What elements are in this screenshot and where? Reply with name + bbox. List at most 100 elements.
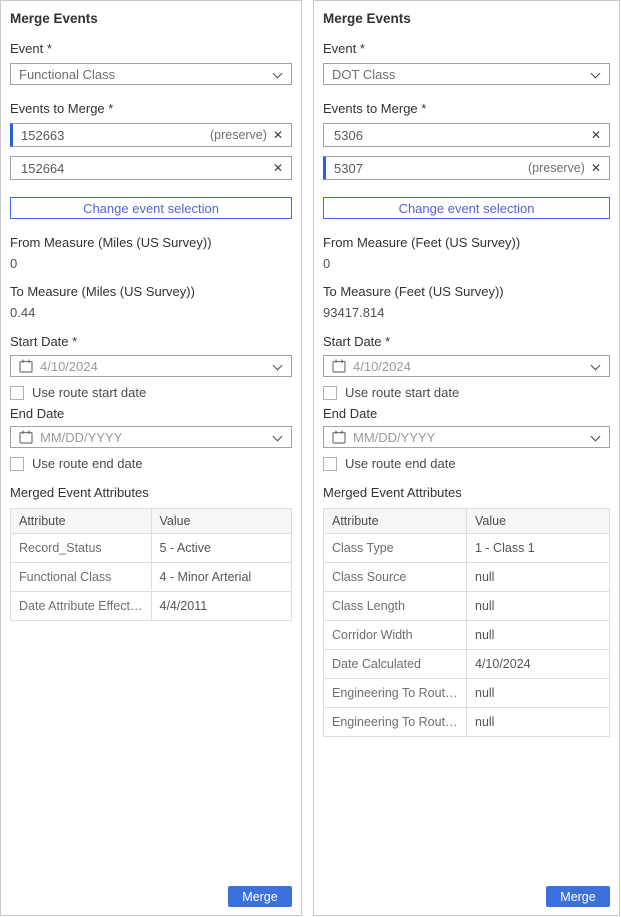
use-route-start-date-label: Use route start date [32, 385, 146, 400]
end-date-placeholder: MM/DD/YYYY [353, 430, 591, 445]
attribute-cell: Engineering To RouteID [324, 679, 467, 708]
remove-event-icon[interactable]: ✕ [273, 162, 283, 174]
value-cell: 1 - Class 1 [467, 534, 610, 563]
calendar-icon [19, 430, 33, 444]
remove-event-icon[interactable]: ✕ [591, 129, 601, 141]
end-date-picker[interactable]: MM/DD/YYYY [10, 426, 292, 448]
from-measure-label: From Measure (Feet (US Survey)) [323, 235, 610, 251]
event-select[interactable]: Functional Class [10, 63, 292, 85]
change-event-selection-button[interactable]: Change event selection [323, 197, 610, 219]
event-select[interactable]: DOT Class [323, 63, 610, 85]
table-row: Corridor Width null [324, 621, 610, 650]
table-row: Engineering To Route ... null [324, 708, 610, 737]
attribute-cell: Corridor Width [324, 621, 467, 650]
chevron-down-icon [273, 432, 283, 442]
from-measure-value: 0 [10, 257, 292, 271]
change-event-selection-button[interactable]: Change event selection [10, 197, 292, 219]
event-id-value: 5306 [334, 128, 585, 143]
event-id-value: 152664 [21, 161, 267, 176]
value-cell: null [467, 563, 610, 592]
to-measure-label: To Measure (Miles (US Survey)) [10, 284, 292, 300]
attribute-cell: Engineering To Route ... [324, 708, 467, 737]
table-header-row: Attribute Value [324, 509, 610, 534]
value-cell: null [467, 621, 610, 650]
table-row: Functional Class 4 - Minor Arterial [11, 563, 292, 592]
merged-attributes-table: Attribute Value Class Type 1 - Class 1 C… [323, 508, 610, 737]
value-column-header: Value [151, 509, 292, 534]
merged-attributes-heading: Merged Event Attributes [10, 485, 292, 501]
value-cell: null [467, 708, 610, 737]
use-route-end-date-label: Use route end date [345, 456, 456, 471]
end-date-picker[interactable]: MM/DD/YYYY [323, 426, 610, 448]
merge-events-workspace: Merge Events Event * Functional Class Ev… [0, 0, 621, 916]
panel-title: Merge Events [323, 11, 610, 27]
start-date-picker[interactable]: 4/10/2024 [10, 355, 292, 377]
value-column-header: Value [467, 509, 610, 534]
table-row: Engineering To RouteID null [324, 679, 610, 708]
merged-attributes-table: Attribute Value Record_Status 5 - Active… [10, 508, 292, 621]
table-row: Date Calculated 4/10/2024 [324, 650, 610, 679]
from-measure-value: 0 [323, 257, 610, 271]
calendar-icon [332, 430, 346, 444]
to-measure-value: 0.44 [10, 306, 292, 320]
chevron-down-icon [591, 69, 601, 79]
event-id-input[interactable]: 152663 (preserve) ✕ [10, 123, 292, 147]
panel-title: Merge Events [10, 11, 292, 27]
end-date-placeholder: MM/DD/YYYY [40, 430, 273, 445]
attribute-column-header: Attribute [11, 509, 152, 534]
attribute-cell: Class Type [324, 534, 467, 563]
event-label: Event * [323, 41, 610, 57]
value-cell: null [467, 592, 610, 621]
start-date-label: Start Date * [10, 334, 292, 350]
event-id-value: 5307 [334, 161, 528, 176]
use-route-end-date-checkbox[interactable] [323, 457, 337, 471]
events-to-merge-label: Events to Merge * [323, 101, 610, 117]
value-cell: 4 - Minor Arterial [151, 563, 292, 592]
event-select-value: DOT Class [332, 67, 591, 82]
attribute-cell: Date Attribute Effective [11, 592, 152, 621]
remove-event-icon[interactable]: ✕ [273, 129, 283, 141]
event-label: Event * [10, 41, 292, 57]
attribute-cell: Class Source [324, 563, 467, 592]
calendar-icon [19, 359, 33, 373]
merge-button[interactable]: Merge [546, 886, 610, 907]
table-header-row: Attribute Value [11, 509, 292, 534]
use-route-end-date-label: Use route end date [32, 456, 143, 471]
value-cell: null [467, 679, 610, 708]
event-id-input[interactable]: 152664 ✕ [10, 156, 292, 180]
to-measure-label: To Measure (Feet (US Survey)) [323, 284, 610, 300]
preserve-badge: (preserve) [528, 161, 585, 175]
event-id-input[interactable]: 5307 (preserve) ✕ [323, 156, 610, 180]
use-route-end-date-checkbox[interactable] [10, 457, 24, 471]
attribute-column-header: Attribute [324, 509, 467, 534]
use-route-start-date-row: Use route start date [323, 385, 610, 400]
start-date-picker[interactable]: 4/10/2024 [323, 355, 610, 377]
remove-event-icon[interactable]: ✕ [591, 162, 601, 174]
event-id-input[interactable]: 5306 ✕ [323, 123, 610, 147]
start-date-value: 4/10/2024 [353, 359, 591, 374]
event-select-value: Functional Class [19, 67, 273, 82]
attribute-cell: Class Length [324, 592, 467, 621]
use-route-start-date-checkbox[interactable] [323, 386, 337, 400]
start-date-label: Start Date * [323, 334, 610, 350]
events-to-merge-label: Events to Merge * [10, 101, 292, 117]
to-measure-value: 93417.814 [323, 306, 610, 320]
use-route-start-date-checkbox[interactable] [10, 386, 24, 400]
merge-events-panel-left: Merge Events Event * Functional Class Ev… [0, 0, 302, 916]
merge-button[interactable]: Merge [228, 886, 292, 907]
end-date-label: End Date [323, 406, 610, 422]
value-cell: 5 - Active [151, 534, 292, 563]
table-row: Class Type 1 - Class 1 [324, 534, 610, 563]
chevron-down-icon [591, 361, 601, 371]
value-cell: 4/4/2011 [151, 592, 292, 621]
chevron-down-icon [273, 361, 283, 371]
table-row: Class Length null [324, 592, 610, 621]
event-id-value: 152663 [21, 128, 210, 143]
attribute-cell: Functional Class [11, 563, 152, 592]
merged-attributes-heading: Merged Event Attributes [323, 485, 610, 501]
table-row: Class Source null [324, 563, 610, 592]
calendar-icon [332, 359, 346, 373]
use-route-start-date-label: Use route start date [345, 385, 459, 400]
from-measure-label: From Measure (Miles (US Survey)) [10, 235, 292, 251]
chevron-down-icon [273, 69, 283, 79]
